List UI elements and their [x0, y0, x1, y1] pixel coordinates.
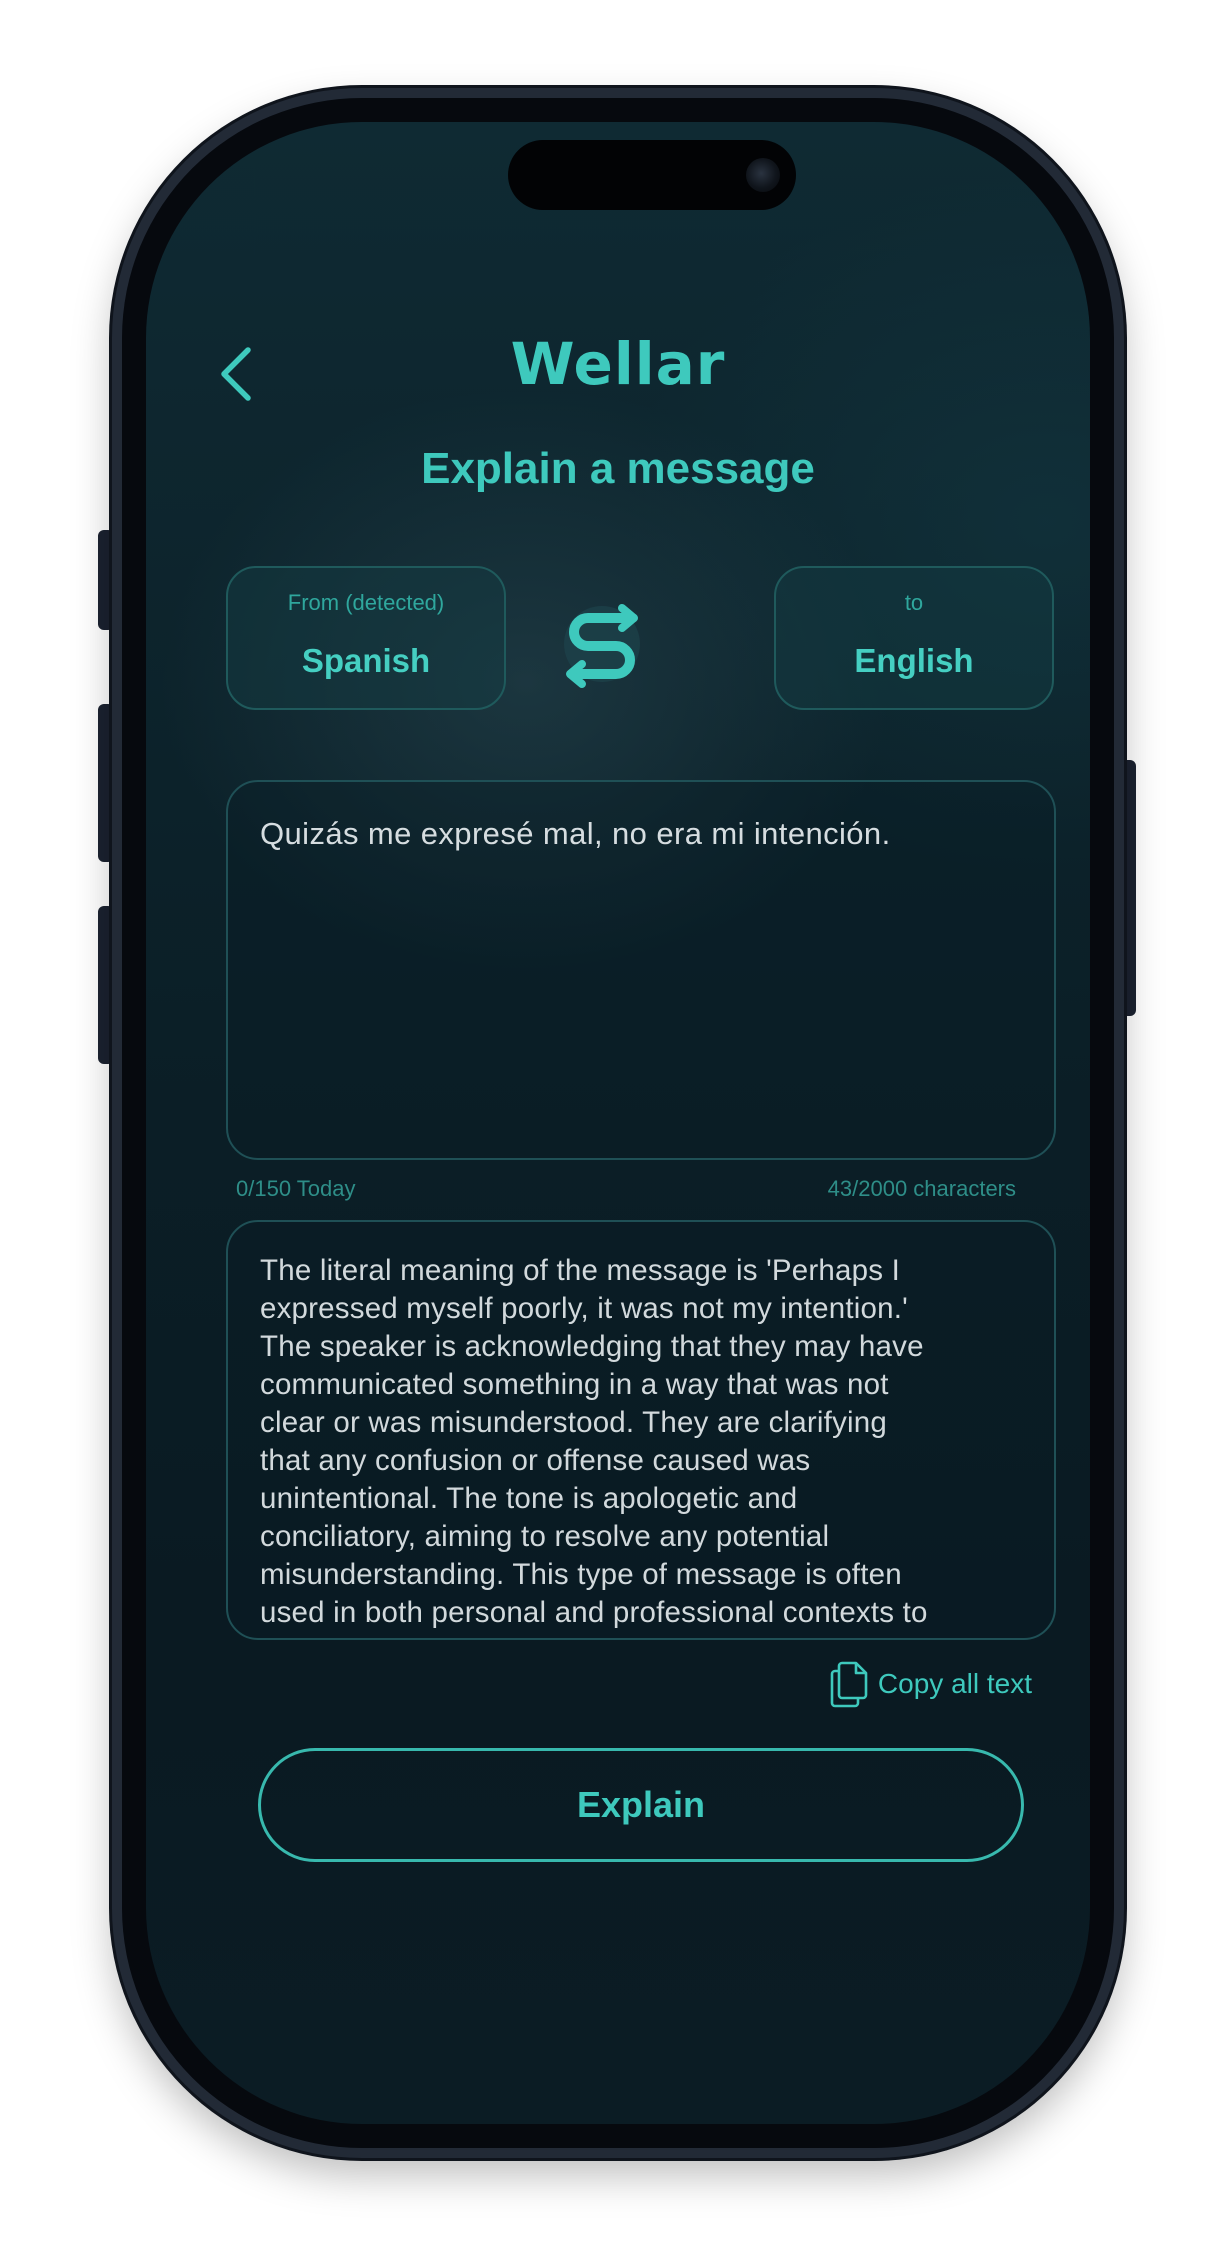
source-language-value: Spanish: [301, 642, 431, 679]
dynamic-island: [508, 140, 796, 210]
copy-document-icon: [830, 1661, 868, 1708]
source-language-selector[interactable]: From (detected) Spanish: [226, 566, 506, 710]
explanation-line: expressed myself poorly, it was not my i…: [260, 1292, 908, 1325]
explanation-line: that any confusion or offense caused was: [260, 1444, 811, 1477]
explanation-output[interactable]: The literal meaning of the message is 'P…: [226, 1220, 1056, 1640]
swap-languages-button[interactable]: [554, 596, 650, 692]
phone-bezel: Wellar Explain a message From (detected)…: [122, 98, 1114, 2148]
target-language-selector[interactable]: to English: [774, 566, 1054, 710]
explanation-line: misunderstanding. This type of message i…: [260, 1558, 902, 1591]
target-language-value: English: [854, 642, 974, 679]
copy-all-button[interactable]: Copy all text: [828, 1658, 1032, 1710]
explanation-line: conciliatory, aiming to resolve any pote…: [260, 1520, 830, 1553]
message-input-text: Quizás me expresé mal, no era mi intenci…: [260, 816, 891, 851]
target-language-caption: to: [904, 590, 924, 615]
explain-button[interactable]: Explain: [258, 1748, 1024, 1862]
explanation-line: clear or was misunderstood. They are cla…: [260, 1406, 887, 1439]
phone-frame: Wellar Explain a message From (detected)…: [112, 88, 1124, 2158]
brand-logo: Wellar: [510, 330, 726, 398]
page-title: Explain a message: [421, 444, 815, 493]
explanation-line: communicated something in a way that was…: [260, 1368, 889, 1401]
character-counter: 43/2000 characters: [827, 1176, 1016, 1201]
source-language-caption: From (detected): [287, 590, 445, 615]
message-input[interactable]: Quizás me expresé mal, no era mi intenci…: [226, 780, 1056, 1160]
stage: Wellar Explain a message From (detected)…: [0, 0, 1213, 2246]
swap-arrows-icon: [566, 604, 638, 688]
copy-all-label: Copy all text: [877, 1668, 1032, 1699]
explanation-line: The speaker is acknowledging that they m…: [260, 1330, 924, 1363]
explanation-line: unintentional. The tone is apologetic an…: [260, 1482, 798, 1515]
explanation-text: The literal meaning of the message is 'P…: [260, 1252, 1018, 1632]
phone-screen: Wellar Explain a message From (detected)…: [146, 122, 1090, 2124]
explanation-line: The literal meaning of the message is 'P…: [260, 1254, 900, 1287]
camera-icon: [746, 158, 780, 192]
explanation-line: used in both personal and professional c…: [260, 1596, 928, 1629]
daily-usage-counter: 0/150 Today: [236, 1176, 356, 1201]
